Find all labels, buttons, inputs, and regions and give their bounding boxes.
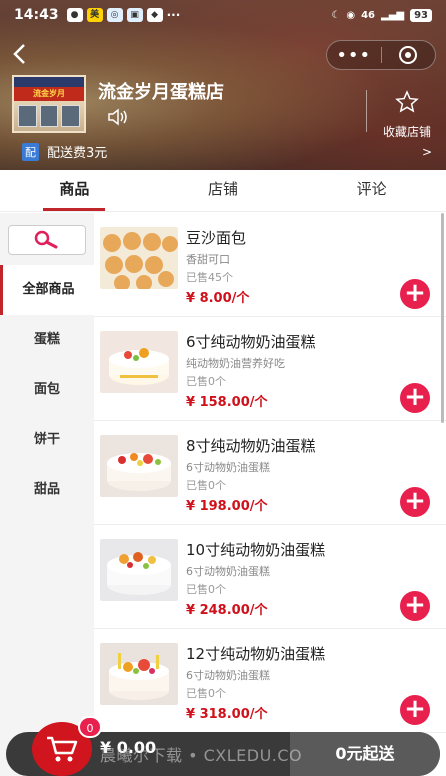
product-sold: 已售0个: [186, 479, 226, 492]
product-name: 6寸纯动物奶油蛋糕: [186, 333, 316, 351]
add-to-cart-button[interactable]: +: [400, 695, 430, 725]
status-bar: 14:43 ● 美 ◎ ▣ ◆ ··· ☾ ◉ 46 ▂▄▆ 93: [0, 0, 446, 30]
product-sold: 已售0个: [186, 583, 226, 596]
plus-icon: +: [404, 590, 426, 620]
product-price: ¥ 248.00/个: [186, 603, 268, 618]
back-button[interactable]: [10, 42, 32, 71]
product-price: ¥ 158.00/个: [186, 395, 268, 410]
app-notification-icon: ●: [66, 8, 83, 22]
search-button[interactable]: [8, 225, 86, 255]
plus-icon: +: [404, 694, 426, 724]
close-miniprogram-button[interactable]: [382, 46, 436, 64]
product-sold: 已售0个: [186, 375, 226, 388]
product-list-scrollbar[interactable]: [441, 213, 444, 423]
meituan-notification-icon: 美: [86, 8, 103, 22]
plus-icon: +: [404, 278, 426, 308]
target-icon: [399, 46, 418, 64]
speaker-icon[interactable]: [106, 108, 130, 126]
product-name: 12寸纯动物奶油蛋糕: [186, 645, 326, 663]
sidebar-item-bread[interactable]: 面包: [0, 365, 94, 415]
plus-icon: +: [404, 486, 426, 516]
product-price: ¥ 318.00/个: [186, 707, 268, 722]
watermark-text: 晨曦尔下载 • CXLEDU.CO: [100, 746, 303, 765]
product-image: [100, 435, 178, 497]
chat-notification-icon: ◆: [146, 8, 163, 22]
product-image: [100, 539, 178, 601]
sidebar-item-dessert[interactable]: 甜品: [0, 465, 94, 515]
battery-icon: 93: [410, 8, 432, 22]
miniprogram-capsule: •••: [326, 40, 436, 70]
product-desc: 纯动物奶油营养好吃: [186, 357, 285, 370]
product-name: 8寸纯动物奶油蛋糕: [186, 437, 316, 455]
product-desc: 香甜可口: [186, 253, 230, 266]
moon-icon: ☾: [331, 9, 341, 21]
product-name: 10寸纯动物奶油蛋糕: [186, 541, 326, 559]
product-image: [100, 643, 178, 705]
add-to-cart-button[interactable]: +: [400, 383, 430, 413]
plus-icon: +: [404, 382, 426, 412]
app-notification-icon: ▣: [126, 8, 143, 22]
checkout-button[interactable]: 0元起送: [290, 732, 440, 776]
tab-shop[interactable]: 店铺: [149, 170, 298, 211]
star-icon: [372, 90, 442, 119]
product-desc: 6寸动物奶油蛋糕: [186, 669, 270, 682]
product-desc: 6寸动物奶油蛋糕: [186, 461, 270, 474]
status-right: ☾ ◉ 46 ▂▄▆ 93: [331, 8, 432, 22]
tab-bar: 商品 店铺 评论: [0, 170, 446, 212]
product-price: ¥ 8.00/个: [186, 291, 250, 306]
product-sold: 已售45个: [186, 271, 233, 284]
product-item[interactable]: 6寸纯动物奶油蛋糕 纯动物奶油营养好吃 已售0个 ¥ 158.00/个 +: [94, 317, 446, 421]
add-to-cart-button[interactable]: +: [400, 279, 430, 309]
sidebar-item-all[interactable]: 全部商品: [0, 265, 94, 315]
cart-count-badge: 0: [78, 716, 102, 738]
more-notifications-icon: ···: [166, 8, 181, 22]
delivery-tag: 配: [22, 142, 39, 161]
search-icon: [34, 230, 58, 249]
product-item[interactable]: 8寸纯动物奶油蛋糕 6寸动物奶油蛋糕 已售0个 ¥ 198.00/个 +: [94, 421, 446, 525]
shop-name: 流金岁月蛋糕店: [98, 82, 224, 103]
product-item[interactable]: 10寸纯动物奶油蛋糕 6寸动物奶油蛋糕 已售0个 ¥ 248.00/个 +: [94, 525, 446, 629]
more-menu-button[interactable]: •••: [327, 45, 381, 66]
delivery-fee-text: 配送费3元: [47, 146, 108, 161]
shopping-cart-icon: [47, 736, 78, 762]
hotspot-icon: ◉: [346, 9, 356, 21]
notification-icons: ● 美 ◎ ▣ ◆ ···: [66, 8, 181, 22]
add-to-cart-button[interactable]: +: [400, 591, 430, 621]
sidebar-item-biscuit[interactable]: 饼干: [0, 415, 94, 465]
logo-sign: 流金岁月: [14, 87, 84, 101]
product-item[interactable]: 豆沙面包 香甜可口 已售45个 ¥ 8.00/个 +: [94, 213, 446, 317]
favorite-divider: [366, 90, 367, 132]
add-to-cart-button[interactable]: +: [400, 487, 430, 517]
signal-icon: 46: [361, 9, 375, 21]
product-list: 豆沙面包 香甜可口 已售45个 ¥ 8.00/个 + 6寸纯动物奶油蛋糕 纯动物…: [94, 213, 446, 733]
status-time: 14:43: [14, 7, 59, 23]
category-sidebar: 全部商品 蛋糕 面包 饼干 甜品: [0, 213, 94, 776]
product-name: 豆沙面包: [186, 229, 247, 247]
product-item[interactable]: 12寸纯动物奶油蛋糕 6寸动物奶油蛋糕 已售0个 ¥ 318.00/个 +: [94, 629, 446, 733]
logo-banner: [14, 77, 84, 87]
favorite-shop-button[interactable]: 收藏店铺: [372, 90, 442, 140]
product-image: [100, 331, 178, 393]
product-price: ¥ 198.00/个: [186, 499, 268, 514]
chevron-left-icon: [13, 44, 25, 64]
product-desc: 6寸动物奶油蛋糕: [186, 565, 270, 578]
signal-bars-icon: ▂▄▆: [381, 9, 405, 21]
chevron-right-icon: >: [421, 144, 432, 159]
delivery-info[interactable]: 配 配送费3元 >: [22, 142, 432, 161]
shop-logo: 流金岁月: [12, 75, 86, 133]
category-list: 全部商品 蛋糕 面包 饼干 甜品: [0, 265, 94, 515]
tab-products[interactable]: 商品: [0, 170, 149, 211]
logo-windows: [14, 101, 84, 131]
product-sold: 已售0个: [186, 687, 226, 700]
favorite-label: 收藏店铺: [382, 125, 431, 139]
sidebar-item-cake[interactable]: 蛋糕: [0, 315, 94, 365]
product-image: [100, 227, 178, 289]
tab-reviews[interactable]: 评论: [297, 170, 446, 211]
app-notification-icon: ◎: [106, 8, 123, 22]
